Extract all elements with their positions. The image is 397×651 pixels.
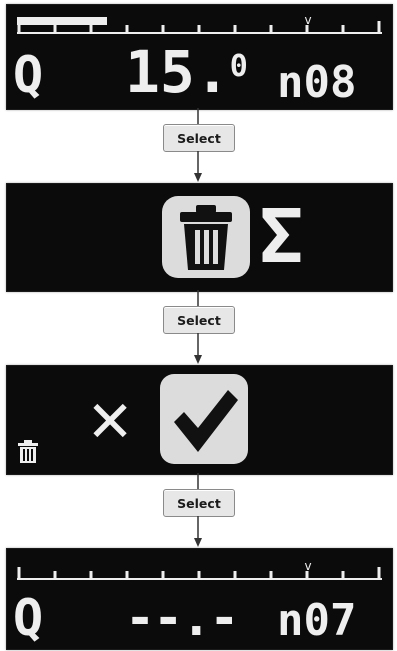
checkmark-icon xyxy=(174,390,238,452)
lcd-screen-confirm: ✕ xyxy=(6,365,393,475)
flow-connector-1 xyxy=(197,108,199,124)
sum-menu-icon: Σ xyxy=(259,194,304,280)
channel-code-letter-2: n xyxy=(277,595,304,646)
select-button-2[interactable]: Select xyxy=(163,306,235,334)
scale-ruler-2: v xyxy=(17,559,382,580)
channel-code-number-2: 07 xyxy=(303,595,357,646)
flow-arrow-3 xyxy=(194,516,202,547)
channel-code: n08 xyxy=(277,61,356,105)
lcd-screen-menu: Σ xyxy=(6,183,393,292)
trash-icon xyxy=(180,205,232,270)
quantity-letter: Q xyxy=(13,46,44,104)
flow-value-decimal: 0 xyxy=(229,48,248,84)
channel-code-2: n07 xyxy=(277,599,356,643)
cancel-icon[interactable]: ✕ xyxy=(89,382,131,452)
delete-menu-option xyxy=(162,196,250,278)
flow-value: 15.0 xyxy=(125,43,248,101)
select-button-1[interactable]: Select xyxy=(163,124,235,152)
channel-code-letter: n xyxy=(277,57,304,108)
scale-ruler: v xyxy=(17,13,382,34)
lcd-screen-measurement: v Q 15.0 n08 xyxy=(6,4,393,110)
scale-marker-2: v xyxy=(304,559,311,573)
lcd-screen-cleared: v Q --.- n07 xyxy=(6,548,393,650)
flow-connector-3 xyxy=(197,473,199,489)
quantity-letter-2: Q xyxy=(13,589,44,647)
small-trash-icon xyxy=(18,440,38,463)
flow-value-cleared: --.- xyxy=(125,589,239,647)
scale-progress-bar xyxy=(17,17,107,25)
select-button-3[interactable]: Select xyxy=(163,489,235,517)
flow-arrow-1 xyxy=(194,151,202,182)
flow-value-main: 15. xyxy=(125,38,230,106)
flow-arrow-2 xyxy=(194,333,202,364)
scale-marker: v xyxy=(304,13,311,27)
channel-code-number: 08 xyxy=(303,57,357,108)
confirm-option[interactable] xyxy=(160,374,248,464)
flow-connector-2 xyxy=(197,290,199,306)
